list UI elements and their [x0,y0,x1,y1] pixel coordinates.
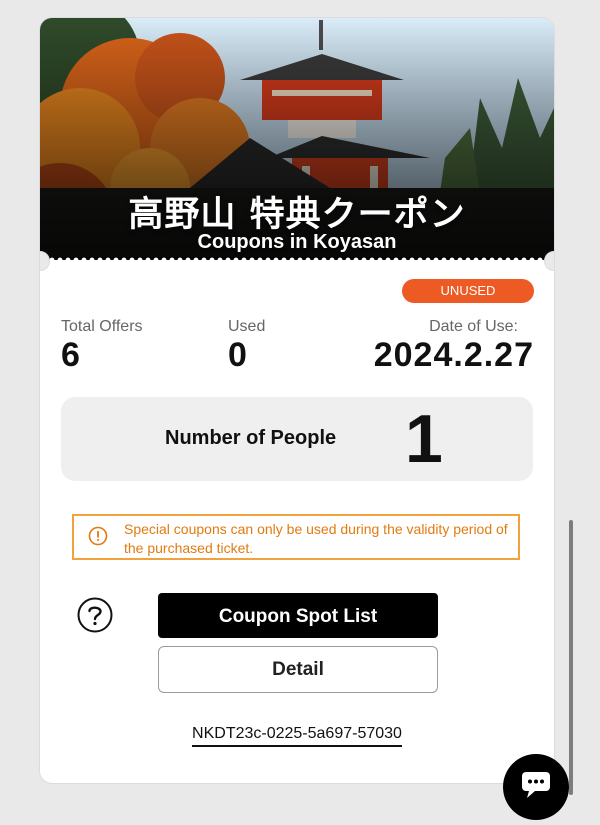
number-of-people-panel: Number of People 1 [61,397,533,481]
chat-bubble-icon [522,772,550,798]
scrollbar[interactable] [569,520,573,795]
hero-banner: 高野山 特典クーポン Coupons in Koyasan [40,18,554,260]
ticket-notch-right [544,251,554,271]
total-offers-label: Total Offers [61,318,143,335]
status-badge: UNUSED [402,279,534,303]
number-of-people-value: 1 [405,401,443,477]
chat-button[interactable] [503,754,569,820]
detail-button[interactable]: Detail [158,646,438,693]
validity-notice: Special coupons can only be used during … [72,514,520,560]
coupon-card: 高野山 特典クーポン Coupons in Koyasan UNUSED Tot… [40,18,554,783]
coupon-spot-list-button[interactable]: Coupon Spot List [158,593,438,638]
date-of-use-label: Date of Use: [429,318,518,335]
ticket-perforation [40,257,554,263]
hero-subtitle: Coupons in Koyasan [197,231,397,253]
validity-notice-text: Special coupons can only be used during … [124,521,508,556]
number-of-people-label: Number of People [165,427,337,449]
used-value: 0 [228,336,247,374]
hero-title: 高野山 特典クーポン [128,195,466,235]
date-of-use-value: 2024.2.27 [373,336,534,374]
ticket-code-row: NKDT23c-0225-5a697-57030 [40,725,554,747]
alert-circle-icon [88,526,108,546]
question-circle-icon[interactable] [77,597,113,633]
ticket-code-link[interactable]: NKDT23c-0225-5a697-57030 [192,725,402,747]
total-offers-value: 6 [61,336,80,374]
used-label: Used [228,318,266,335]
